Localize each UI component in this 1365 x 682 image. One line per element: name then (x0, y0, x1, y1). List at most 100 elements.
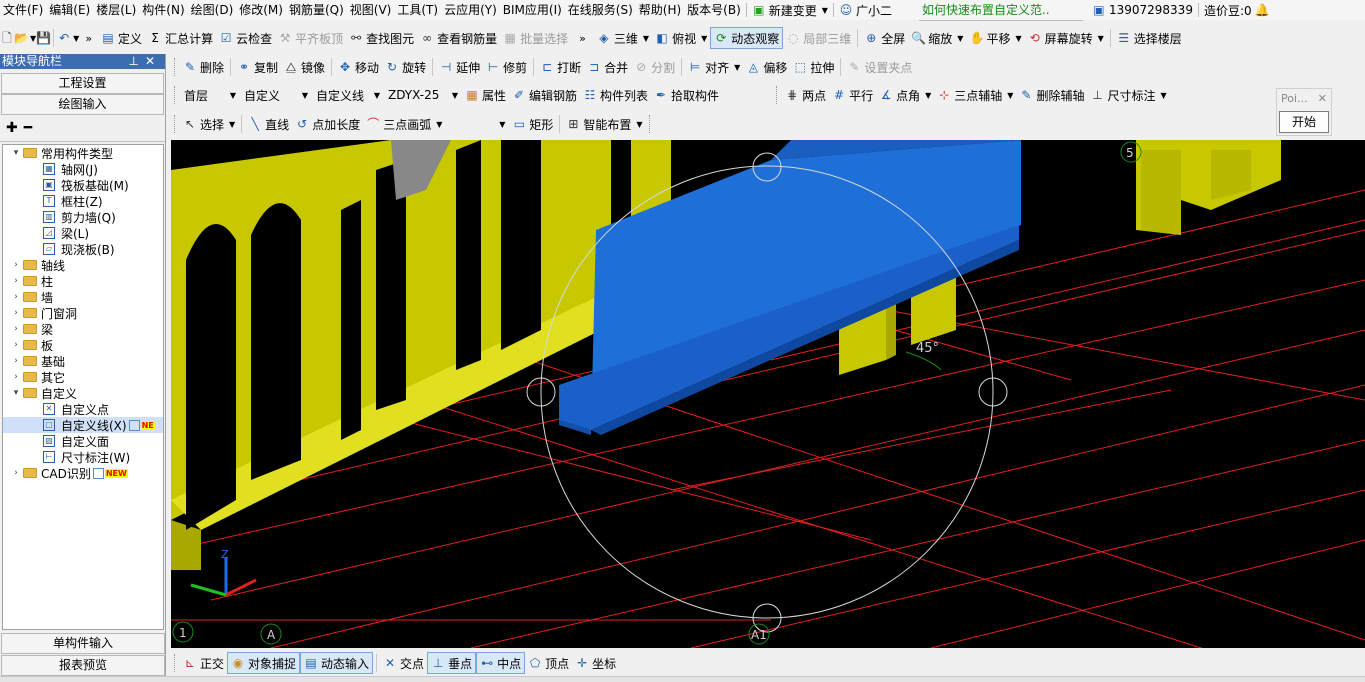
point-angle-button[interactable]: ∡ 点角 ▼ (876, 84, 934, 106)
midpoint-snap-toggle[interactable]: ⊷ 中点 (476, 652, 526, 674)
fullscreen-button[interactable]: ⊕ 全屏 (861, 27, 908, 49)
menu-item-5[interactable]: 修改(M) (236, 0, 286, 20)
tree-item[interactable]: ▥ 剪力墙(Q) (3, 209, 163, 225)
expand-icon[interactable]: › (11, 260, 21, 270)
collapse-icon[interactable]: ▾ (11, 148, 21, 158)
select-floor-button[interactable]: ☰ 选择楼层 (1114, 27, 1185, 49)
arc-tool-button[interactable]: ⌒ 三点画弧 ▼ (363, 113, 445, 135)
tree-item[interactable]: ▱ 现浇板(B) (3, 241, 163, 257)
trim-button[interactable]: ⊢ 修剪 (483, 56, 530, 78)
menu-item-11[interactable]: 在线服务(S) (565, 0, 636, 20)
view-rebar-button[interactable]: ∞ 查看钢筋量 (417, 27, 500, 49)
offset-button[interactable]: ◬ 偏移 (743, 56, 790, 78)
two-points-button[interactable]: ⋕ 两点 (782, 84, 829, 106)
expand-icon[interactable]: › (11, 292, 21, 302)
delete-button[interactable]: ✎ 删除 (180, 56, 227, 78)
expand-icon[interactable]: › (11, 308, 21, 318)
menu-item-9[interactable]: 云应用(Y) (441, 0, 500, 20)
rectangle-tool-button[interactable]: ▭ 矩形 (509, 113, 556, 135)
dimension-button[interactable]: ⊥ 尺寸标注 ▼ (1087, 84, 1169, 106)
ortho-toggle[interactable]: ⊾ 正交 (180, 652, 227, 674)
category-select[interactable]: 自定义 ▼ (240, 85, 312, 105)
define-button[interactable]: ▤ 定义 (98, 27, 145, 49)
expand-icon[interactable]: › (11, 372, 21, 382)
menu-item-12[interactable]: 帮助(H) (636, 0, 684, 20)
project-settings-button[interactable]: 工程设置 (1, 73, 164, 94)
tree-item[interactable]: › 板 (3, 337, 163, 353)
close-icon[interactable]: ✕ (1318, 92, 1327, 106)
tree-item[interactable]: ▨ 自定义面 (3, 433, 163, 449)
toolbar-overflow-icon-2[interactable]: » (579, 32, 586, 45)
screen-rotate-button[interactable]: ⟲ 屏幕旋转 ▼ (1025, 27, 1107, 49)
object-snap-toggle[interactable]: ◉ 对象捕捉 (227, 652, 301, 674)
tip-link[interactable]: 如何快速布置自定义范.. (918, 0, 1083, 21)
tree-item[interactable]: ▢ 自定义线(X) NE (3, 417, 163, 433)
start-button[interactable]: 开始 (1279, 111, 1329, 133)
property-button[interactable]: ▦ 属性 (462, 84, 509, 106)
point-length-button[interactable]: ↺ 点加长度 (292, 113, 363, 135)
copy-button[interactable]: ⚭ 复制 (234, 56, 281, 78)
mirror-button[interactable]: ⧋ 镜像 (281, 56, 328, 78)
expand-icon[interactable]: › (11, 356, 21, 366)
set-grip-button[interactable]: ✎ 设置夹点 (844, 56, 915, 78)
draw-input-button[interactable]: 绘图输入 (1, 94, 164, 115)
arc-option-select[interactable]: ▼ (445, 114, 509, 134)
menu-item-2[interactable]: 楼层(L) (93, 0, 139, 20)
parallel-button[interactable]: # 平行 (829, 84, 876, 106)
tree-item[interactable]: › 柱 (3, 273, 163, 289)
collapse-all-icon[interactable]: ━ (24, 120, 32, 136)
move-button[interactable]: ✥ 移动 (335, 56, 382, 78)
tree-item[interactable]: › 基础 (3, 353, 163, 369)
zoom-button[interactable]: 🔍 缩放 ▼ (908, 27, 966, 49)
coordinate-snap-toggle[interactable]: ✛ 坐标 (572, 652, 619, 674)
beans-balance[interactable]: 造价豆:0 (1201, 0, 1255, 21)
expand-icon[interactable]: › (11, 340, 21, 350)
tree-item[interactable]: › 其它 (3, 369, 163, 385)
pick-component-button[interactable]: ✒ 拾取构件 (651, 84, 722, 106)
tree-item[interactable]: ▦ 轴网(J) (3, 161, 163, 177)
pan-button[interactable]: ✋ 平移 ▼ (966, 27, 1024, 49)
tree-item[interactable]: ▾ 自定义 (3, 385, 163, 401)
menu-item-0[interactable]: 文件(F) (0, 0, 46, 20)
tree-item[interactable]: › 墙 (3, 289, 163, 305)
tree-item[interactable]: › 梁 (3, 321, 163, 337)
batch-select-button[interactable]: ▦ 批量选择 (500, 27, 571, 49)
close-icon[interactable]: ✕ (145, 54, 161, 68)
tree-item[interactable]: T 框柱(Z) (3, 193, 163, 209)
new-file-icon[interactable]: 🗋 (0, 31, 14, 45)
menu-item-4[interactable]: 绘图(D) (188, 0, 237, 20)
cloud-check-button[interactable]: ☑ 云检查 (216, 27, 275, 49)
user-account[interactable]: ▣ 13907298339 (1089, 0, 1196, 21)
vertex-snap-toggle[interactable]: ⬠ 顶点 (525, 652, 572, 674)
expand-all-icon[interactable]: ✚ (6, 120, 18, 136)
assistant-button[interactable]: ☺ 广小二 (836, 0, 895, 21)
3d-viewport[interactable]: 45° 1 A A1 5 Z (171, 140, 1365, 648)
expand-icon[interactable]: › (11, 276, 21, 286)
three-point-axis-button[interactable]: ⊹ 三点辅轴 ▼ (934, 84, 1016, 106)
menu-item-7[interactable]: 视图(V) (347, 0, 395, 20)
expand-icon[interactable]: › (11, 324, 21, 334)
bell-icon[interactable]: 🔔 (1255, 3, 1270, 17)
tree-item[interactable]: ▾ 常用构件类型 (3, 145, 163, 161)
menu-item-3[interactable]: 构件(N) (139, 0, 187, 20)
menu-item-6[interactable]: 钢筋量(Q) (286, 0, 347, 20)
line-tool-button[interactable]: ╲ 直线 (245, 113, 292, 135)
dynamic-input-toggle[interactable]: ▤ 动态输入 (300, 652, 374, 674)
dynamic-view-button[interactable]: ⟳ 动态观察 (710, 27, 784, 49)
rotate-button[interactable]: ↻ 旋转 (382, 56, 429, 78)
tree-item[interactable]: ▣ 筏板基础(M) (3, 177, 163, 193)
local-3d-button[interactable]: ◌ 局部三维 (783, 27, 854, 49)
expand-icon[interactable]: › (11, 468, 21, 478)
tree-item[interactable]: ✕ 自定义点 (3, 401, 163, 417)
undo-icon[interactable]: ↶ (57, 31, 71, 45)
sum-button[interactable]: Σ 汇总计算 (145, 27, 216, 49)
component-list-button[interactable]: ☷ 构件列表 (580, 84, 651, 106)
align-button[interactable]: ⊨ 对齐 ▼ (685, 56, 743, 78)
tree-item[interactable]: › 门窗洞 (3, 305, 163, 321)
tree-item[interactable]: ⊢ 尺寸标注(W) (3, 449, 163, 465)
new-change-menu[interactable]: ▣ 新建变更 ▼ (749, 0, 831, 21)
menu-item-13[interactable]: 版本号(B) (684, 0, 744, 20)
level-slab-button[interactable]: ⚒ 平齐板顶 (275, 27, 346, 49)
smart-layout-button[interactable]: ⊞ 智能布置 ▼ (563, 113, 645, 135)
top-view-button[interactable]: ◧ 俯视 ▼ (652, 27, 710, 49)
